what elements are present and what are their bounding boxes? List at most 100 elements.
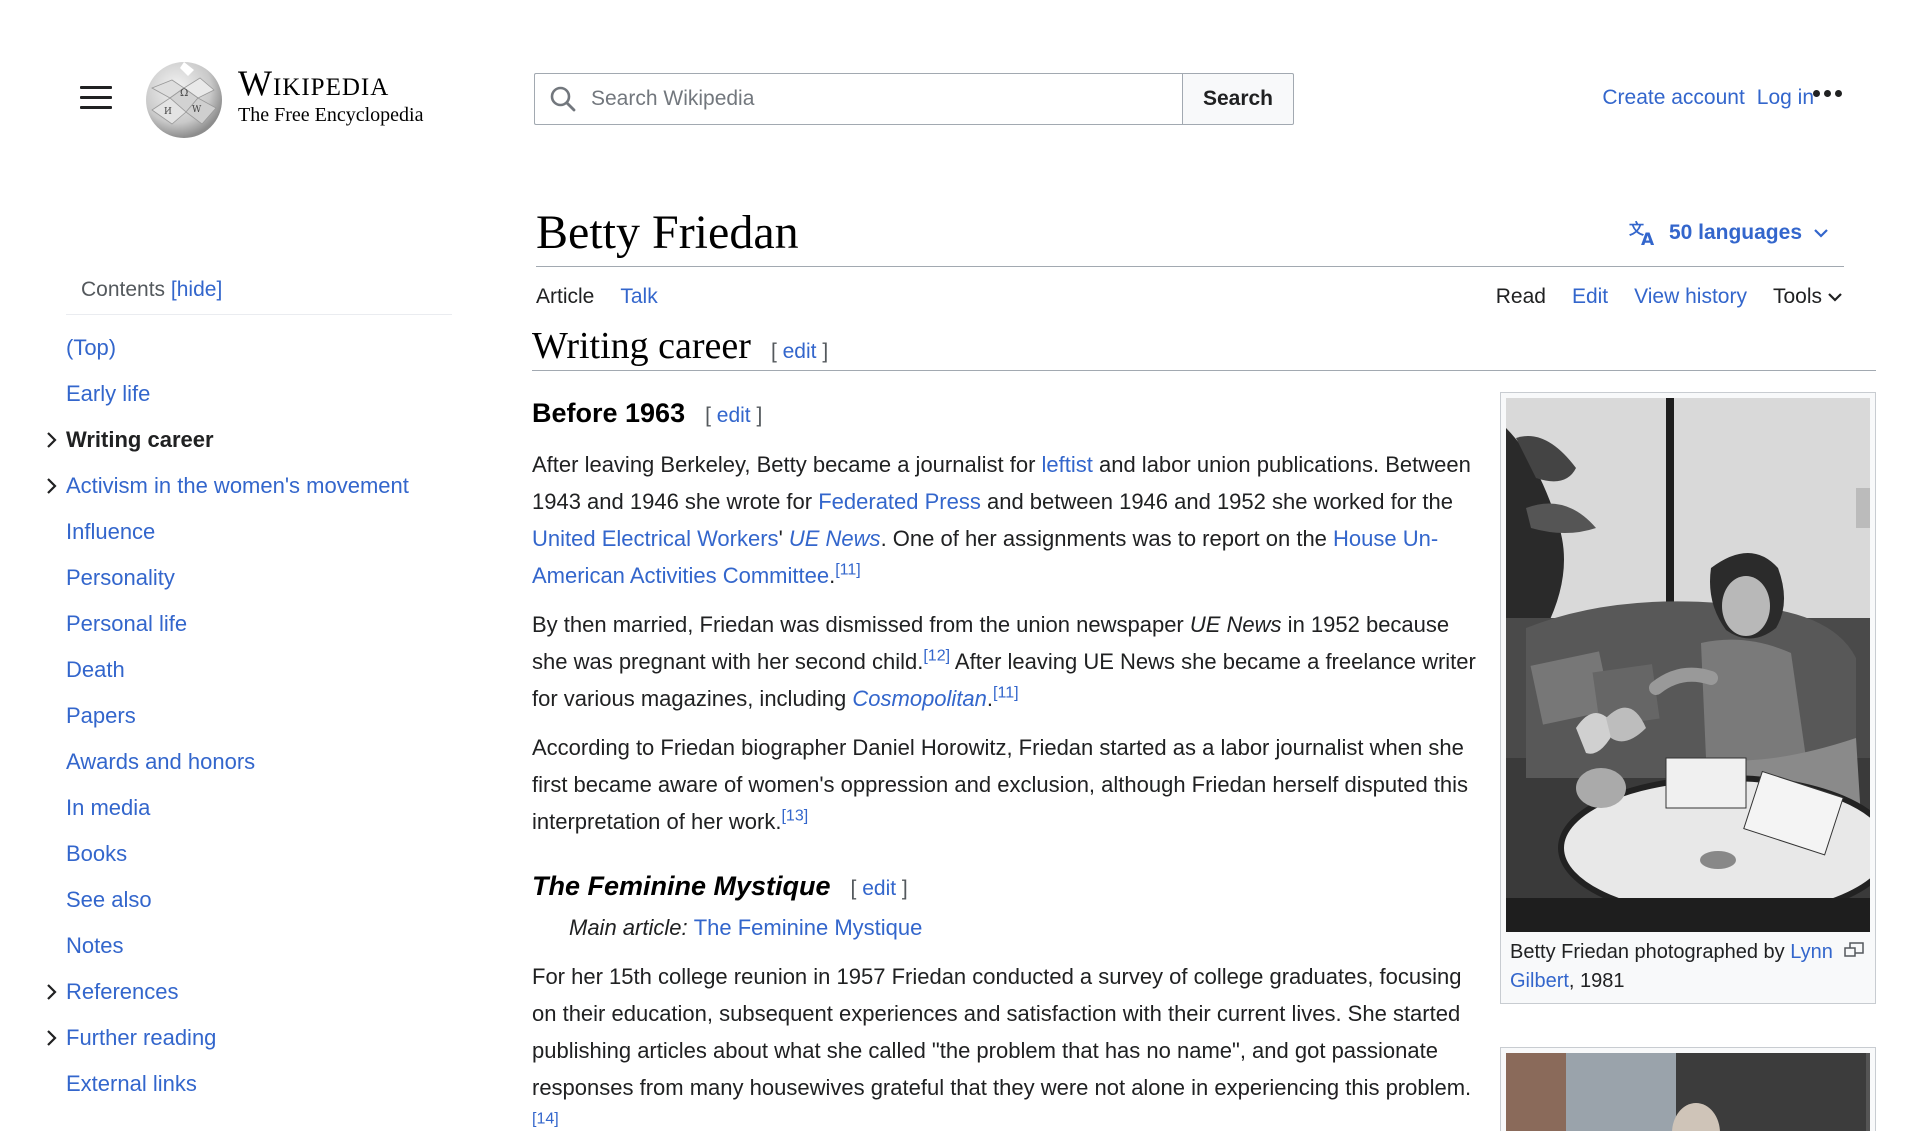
log-in-link[interactable]: Log in [1757,86,1814,110]
photo-betty-friedan[interactable] [1506,398,1870,932]
chevron-down-icon [1814,229,1828,238]
search-input[interactable] [591,87,1171,111]
section-edit-link[interactable]: edit [783,340,817,363]
chevron-right-icon[interactable] [42,1028,62,1048]
svg-text:W: W [192,105,202,115]
tab-read[interactable]: Read [1496,285,1546,309]
toc-item: Writing career [47,417,452,463]
toc-link[interactable]: Activism in the women's movement [66,473,409,499]
toc-item: (Top) [66,325,452,371]
toc-item: Influence [66,509,452,555]
user-links: Create account Log in [1590,86,1814,110]
link-leftist[interactable]: leftist [1042,452,1093,477]
subsection-edit-link[interactable]: edit [862,877,896,900]
chevron-right-icon[interactable] [42,430,62,450]
namespace-tabs: Article Talk [536,285,658,309]
toc-link[interactable]: Influence [66,519,155,545]
svg-text:И: И [164,107,172,117]
create-account-link[interactable]: Create account [1602,86,1744,110]
subsection-edit-link[interactable]: edit [717,404,751,427]
table-of-contents: Contents [hide] (Top) Early life Writing c… [47,278,452,1107]
search-button[interactable]: Search [1182,73,1294,125]
toc-item: Early life [66,371,452,417]
toc-item: Notes [66,923,452,969]
tools-label: Tools [1772,285,1822,308]
toc-hide-link[interactable]: [hide] [171,278,222,301]
toc-link[interactable]: (Top) [66,335,116,361]
enlarge-icon[interactable] [1844,942,1864,958]
chevron-right-icon[interactable] [42,982,62,1002]
section-title: Writing career [532,325,751,367]
toc-item: Further reading [47,1015,452,1061]
reference-link[interactable]: [14] [532,1111,559,1128]
search-box[interactable] [534,73,1182,125]
svg-text:Ω: Ω [180,88,188,99]
toc-item: Personality [66,555,452,601]
main-article-hatnote: Main article: The Feminine Mystique [569,915,923,940]
view-tabs: Read Edit View history Tools [1496,285,1844,309]
toc-link[interactable]: Death [66,657,125,683]
section-heading: Writing career [ edit ] [532,324,828,368]
tab-article[interactable]: Article [536,285,594,309]
toc-link[interactable]: Writing career [66,427,214,453]
toc-link[interactable]: Early life [66,381,150,407]
toc-link[interactable]: In media [66,795,150,821]
link-united-electrical-workers[interactable]: United Electrical Workers [532,526,779,551]
toc-item: Death [66,647,452,693]
toc-link[interactable]: Books [66,841,127,867]
subsection-edit: [ edit ] [850,877,908,900]
link-federated-press[interactable]: Federated Press [818,489,981,514]
subsection-title: Before 1963 [532,398,686,428]
toc-link[interactable]: See also [66,887,152,913]
toc-list: (Top) Early life Writing career Activism in… [47,325,452,1107]
tab-talk[interactable]: Talk [620,285,657,309]
subsection-feminine-mystique: The Feminine Mystique [ edit ] [532,868,1480,907]
subsection-edit: [ edit ] [705,404,763,427]
photo-secondary[interactable] [1506,1053,1870,1131]
paragraph-2: By then married, Friedan was dismissed f… [532,612,1476,711]
reference-link[interactable]: [11] [993,685,1019,702]
language-count: 50 languages [1668,221,1802,244]
toc-link[interactable]: References [66,979,179,1005]
language-button[interactable]: 文 A 50 languages [1629,220,1842,246]
toc-link[interactable]: Papers [66,703,136,729]
page-title: Betty Friedan [536,206,799,259]
toc-link[interactable]: Further reading [66,1025,216,1051]
search-icon [550,86,576,112]
reference-link[interactable]: [12] [923,648,950,665]
toc-link[interactable]: Awards and honors [66,749,255,775]
toc-link[interactable]: Notes [66,933,123,959]
toc-link[interactable]: External links [66,1071,197,1097]
toc-item: External links [66,1061,452,1107]
toc-link[interactable]: Personal life [66,611,187,637]
wikipedia-globe-logo[interactable]: Ω W И [142,58,226,142]
paragraph-3: According to Friedan biographer Daniel H… [532,735,1469,834]
more-options-icon[interactable] [1813,90,1842,97]
tools-menu[interactable]: Tools [1773,285,1844,309]
wikipedia-wordmark[interactable]: Wikipedia The Free Encyclopedia [238,64,423,127]
tab-view-history[interactable]: View history [1634,285,1747,309]
link-cosmopolitan[interactable]: Cosmopolitan [852,686,987,711]
tab-edit[interactable]: Edit [1572,285,1608,309]
toc-item: References [47,969,452,1015]
svg-text:A: A [1641,230,1655,246]
reference-link[interactable]: [13] [781,808,808,825]
link-main-article[interactable]: The Feminine Mystique [694,915,923,940]
wordmark-tagline: The Free Encyclopedia [238,104,424,126]
toc-title: Contents [81,278,166,301]
article-body: Before 1963 [ edit ] After leaving Berke… [532,395,1480,1131]
article-figure-2 [1500,1047,1876,1131]
reference-link[interactable]: [11] [835,562,861,579]
paragraph-1: After leaving Berkeley, Betty became a j… [532,452,1471,588]
toc-item: Books [66,831,452,877]
link-ue-news[interactable]: UE News [789,526,881,551]
figure-caption: Betty Friedan photographed by Lynn Gilbe… [1506,932,1870,996]
toc-header: Contents [hide] [66,278,452,315]
paragraph-4: For her 15th college reunion in 1957 Fri… [532,964,1472,1128]
toc-link[interactable]: Personality [66,565,175,591]
main-menu-button[interactable] [80,86,112,112]
toc-item: Activism in the women's movement [47,463,452,509]
wordmark-title: Wikipedia [238,63,390,103]
article-figure: Betty Friedan photographed by Lynn Gilbe… [1500,392,1876,1004]
chevron-right-icon[interactable] [42,476,62,496]
